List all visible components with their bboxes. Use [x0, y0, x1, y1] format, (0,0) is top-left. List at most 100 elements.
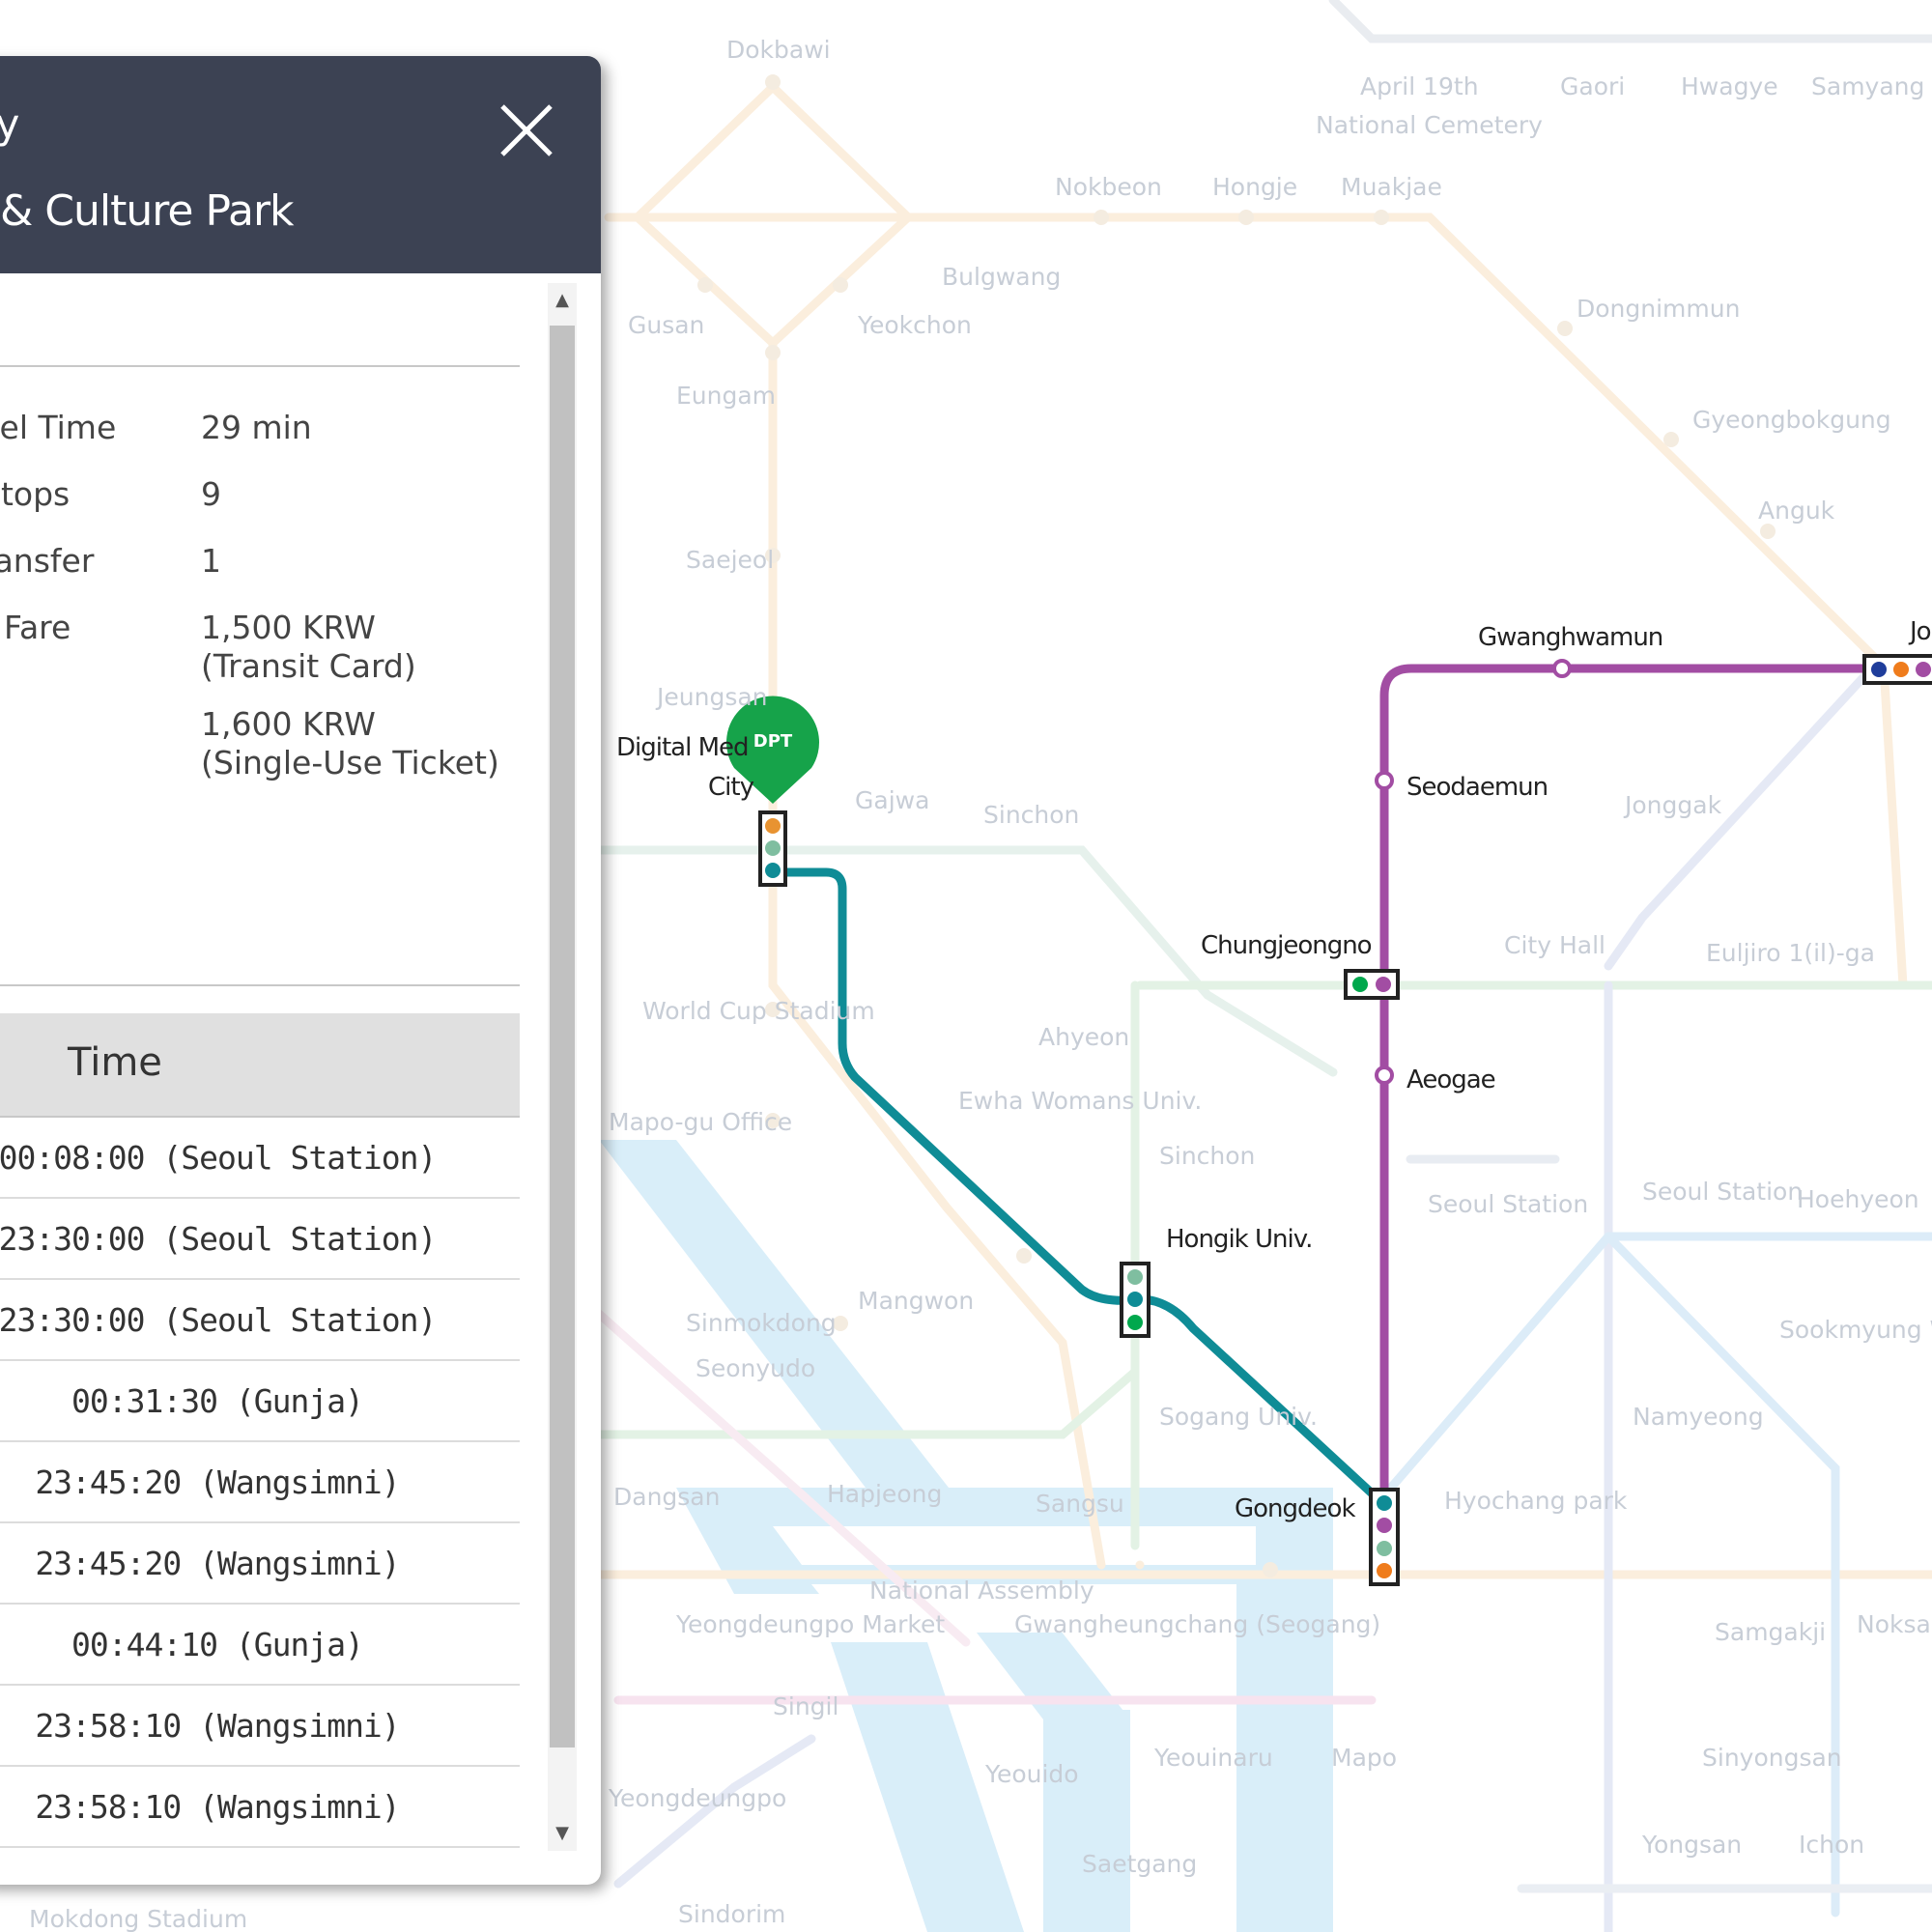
svg-text:Noksapyeong: Noksapyeong [1857, 1610, 1932, 1638]
fare-label: Fare [4, 609, 71, 646]
schedule-time: 23:58:10 (Wangsimni) [35, 1788, 400, 1826]
schedule-time: 23:30:00 (Seoul Station) [0, 1301, 437, 1339]
svg-text:Ichon: Ichon [1799, 1831, 1864, 1859]
schedule-row[interactable]: 00:31:30 (Gunja) [0, 1361, 520, 1442]
schedule-row[interactable]: 23:45:20 (Wangsimni) [0, 1523, 520, 1605]
svg-text:Eungam: Eungam [676, 382, 776, 410]
schedule-time: 00:31:30 (Gunja) [71, 1382, 364, 1420]
schedule-row[interactable]: 00:08:00 (Seoul Station) [0, 1118, 520, 1199]
station-label-seodaemun[interactable]: Seodaemun [1406, 773, 1548, 802]
route-info-panel: ty & Culture Park vel Time 29 min Stops … [0, 56, 601, 1885]
schedule-row[interactable]: 23:58:10 (Wangsimni) [0, 1686, 520, 1767]
fare-ticket-amount: 1,600 KRW [201, 705, 376, 743]
fare-card-type: (Transit Card) [201, 647, 416, 685]
station-label-digital-media-city[interactable]: Digital Med [616, 733, 750, 762]
transfer-chungjeongno[interactable] [1344, 969, 1400, 1000]
route-stations[interactable] [1375, 659, 1572, 1085]
transfer-label: ransfer [0, 542, 95, 580]
svg-text:Sinyongsan: Sinyongsan [1702, 1744, 1842, 1772]
travel-time-value: 29 min [201, 409, 312, 446]
station-label-aeogae[interactable]: Aeogae [1406, 1065, 1496, 1094]
svg-text:City Hall: City Hall [1504, 931, 1605, 959]
svg-text:Ewha Womans Univ.: Ewha Womans Univ. [958, 1087, 1202, 1115]
schedule-time: 23:58:10 (Wangsimni) [35, 1707, 400, 1745]
svg-text:Euljiro 1(il)-ga: Euljiro 1(il)-ga [1706, 939, 1875, 967]
station-label-gongdeok[interactable]: Gongdeok [1235, 1494, 1356, 1523]
summary-transfer: ransfer 1 [0, 542, 522, 581]
svg-text:Yongsan: Yongsan [1641, 1831, 1742, 1859]
svg-text:Namyeong: Namyeong [1633, 1403, 1764, 1431]
svg-text:April 19th: April 19th [1360, 72, 1479, 100]
svg-text:Samyang: Samyang [1811, 72, 1924, 100]
transfer-hongik[interactable] [1120, 1262, 1151, 1338]
schedule-row[interactable]: 23:30:00 (Seoul Station) [0, 1199, 520, 1280]
station-label-gwanghwamun[interactable]: Gwanghwamun [1478, 623, 1663, 652]
fare-card-amount: 1,500 KRW [201, 609, 376, 646]
svg-text:Sinchon: Sinchon [983, 801, 1079, 829]
schedule-time: 00:08:00 (Seoul Station) [0, 1139, 437, 1177]
schedule-time: 23:45:20 (Wangsimni) [35, 1545, 400, 1582]
svg-text:Hoehyeon: Hoehyeon [1797, 1185, 1919, 1213]
svg-text:Anguk: Anguk [1758, 497, 1835, 525]
arrival-station-name: & Culture Park [0, 186, 295, 236]
travel-time-label: vel Time [0, 409, 117, 446]
summary-fare-card: Fare 1,500 KRW (Transit Card) [0, 609, 522, 685]
schedule-row[interactable]: 23:30:00 (Seoul Station) [0, 1280, 520, 1361]
close-icon [500, 104, 553, 156]
svg-text:Hongje: Hongje [1212, 173, 1297, 201]
svg-text:Mokdong Stadium: Mokdong Stadium [29, 1905, 247, 1932]
stops-label: Stops [0, 475, 71, 513]
transfer-value: 1 [201, 542, 221, 580]
svg-text:Ahyeon: Ahyeon [1038, 1023, 1129, 1051]
svg-text:Saejeol: Saejeol [686, 546, 774, 574]
close-button[interactable] [493, 97, 560, 164]
svg-text:Saetgang: Saetgang [1082, 1850, 1197, 1878]
scroll-thumb[interactable] [550, 326, 575, 1747]
scrollbar[interactable]: ▲ ▼ [548, 283, 577, 1851]
svg-text:Sookmyung Women's Univ.: Sookmyung Women's Univ. [1779, 1316, 1932, 1344]
schedule-row[interactable]: 23:45:20 (Wangsimni) [0, 1442, 520, 1523]
schedule-time-header: Time [68, 1040, 162, 1085]
transfer-digital-media-city[interactable] [758, 810, 787, 887]
svg-text:Sindorim: Sindorim [678, 1900, 785, 1928]
svg-text:Seoul Station: Seoul Station [1642, 1178, 1803, 1206]
svg-text:Sangsu: Sangsu [1036, 1490, 1124, 1518]
station-label-city[interactable]: City [708, 773, 755, 802]
summary-travel-time: vel Time 29 min [0, 409, 522, 447]
schedule-time: 23:30:00 (Seoul Station) [0, 1220, 437, 1258]
schedule-row[interactable]: 23:58:10 (Wangsimni) [0, 1767, 520, 1848]
divider [0, 984, 520, 986]
schedule-row[interactable]: 00:44:10 (Gunja) [0, 1605, 520, 1686]
svg-text:National Assembly: National Assembly [869, 1577, 1094, 1605]
svg-text:Mangwon: Mangwon [858, 1287, 974, 1315]
svg-text:Hwagye: Hwagye [1681, 72, 1778, 100]
schedule-header: Time [0, 1013, 520, 1118]
summary-stops: Stops 9 [0, 475, 522, 514]
scroll-up-arrow-icon[interactable]: ▲ [548, 283, 577, 318]
transfer-gongdeok[interactable] [1369, 1488, 1400, 1586]
svg-text:Sinmokdong: Sinmokdong [686, 1309, 837, 1337]
station-label-jongno[interactable]: Jo [1908, 617, 1932, 646]
svg-text:Sogang Univ.: Sogang Univ. [1159, 1403, 1318, 1431]
svg-text:Singil: Singil [773, 1692, 838, 1720]
svg-text:Hyochang park: Hyochang park [1444, 1487, 1628, 1515]
svg-text:Gajwa: Gajwa [855, 786, 929, 814]
svg-text:Sinchon: Sinchon [1159, 1142, 1255, 1170]
schedule-time: 00:44:10 (Gunja) [71, 1626, 364, 1663]
scroll-down-arrow-icon[interactable]: ▼ [548, 1816, 577, 1851]
svg-text:Yeouido: Yeouido [984, 1760, 1079, 1788]
transfer-jongno[interactable] [1862, 654, 1932, 685]
svg-text:Gusan: Gusan [628, 311, 704, 339]
svg-text:Yeongdeungpo: Yeongdeungpo [608, 1784, 786, 1812]
station-label-hongik[interactable]: Hongik Univ. [1166, 1225, 1313, 1254]
station-label-chungjeongno[interactable]: Chungjeongno [1201, 931, 1373, 960]
svg-text:Bulgwang: Bulgwang [942, 263, 1061, 291]
route-header: ty & Culture Park [0, 56, 601, 273]
svg-text:Mapo: Mapo [1331, 1744, 1397, 1772]
svg-text:Yeongdeungpo Market: Yeongdeungpo Market [675, 1610, 945, 1638]
summary-fare-ticket: 1,600 KRW (Single-Use Ticket) [0, 705, 522, 781]
stops-value: 9 [201, 475, 221, 513]
svg-text:Yeouinaru: Yeouinaru [1153, 1744, 1273, 1772]
svg-text:Gwangheungchang (Seogang): Gwangheungchang (Seogang) [1014, 1610, 1380, 1638]
svg-text:Hapjeong: Hapjeong [827, 1480, 942, 1508]
